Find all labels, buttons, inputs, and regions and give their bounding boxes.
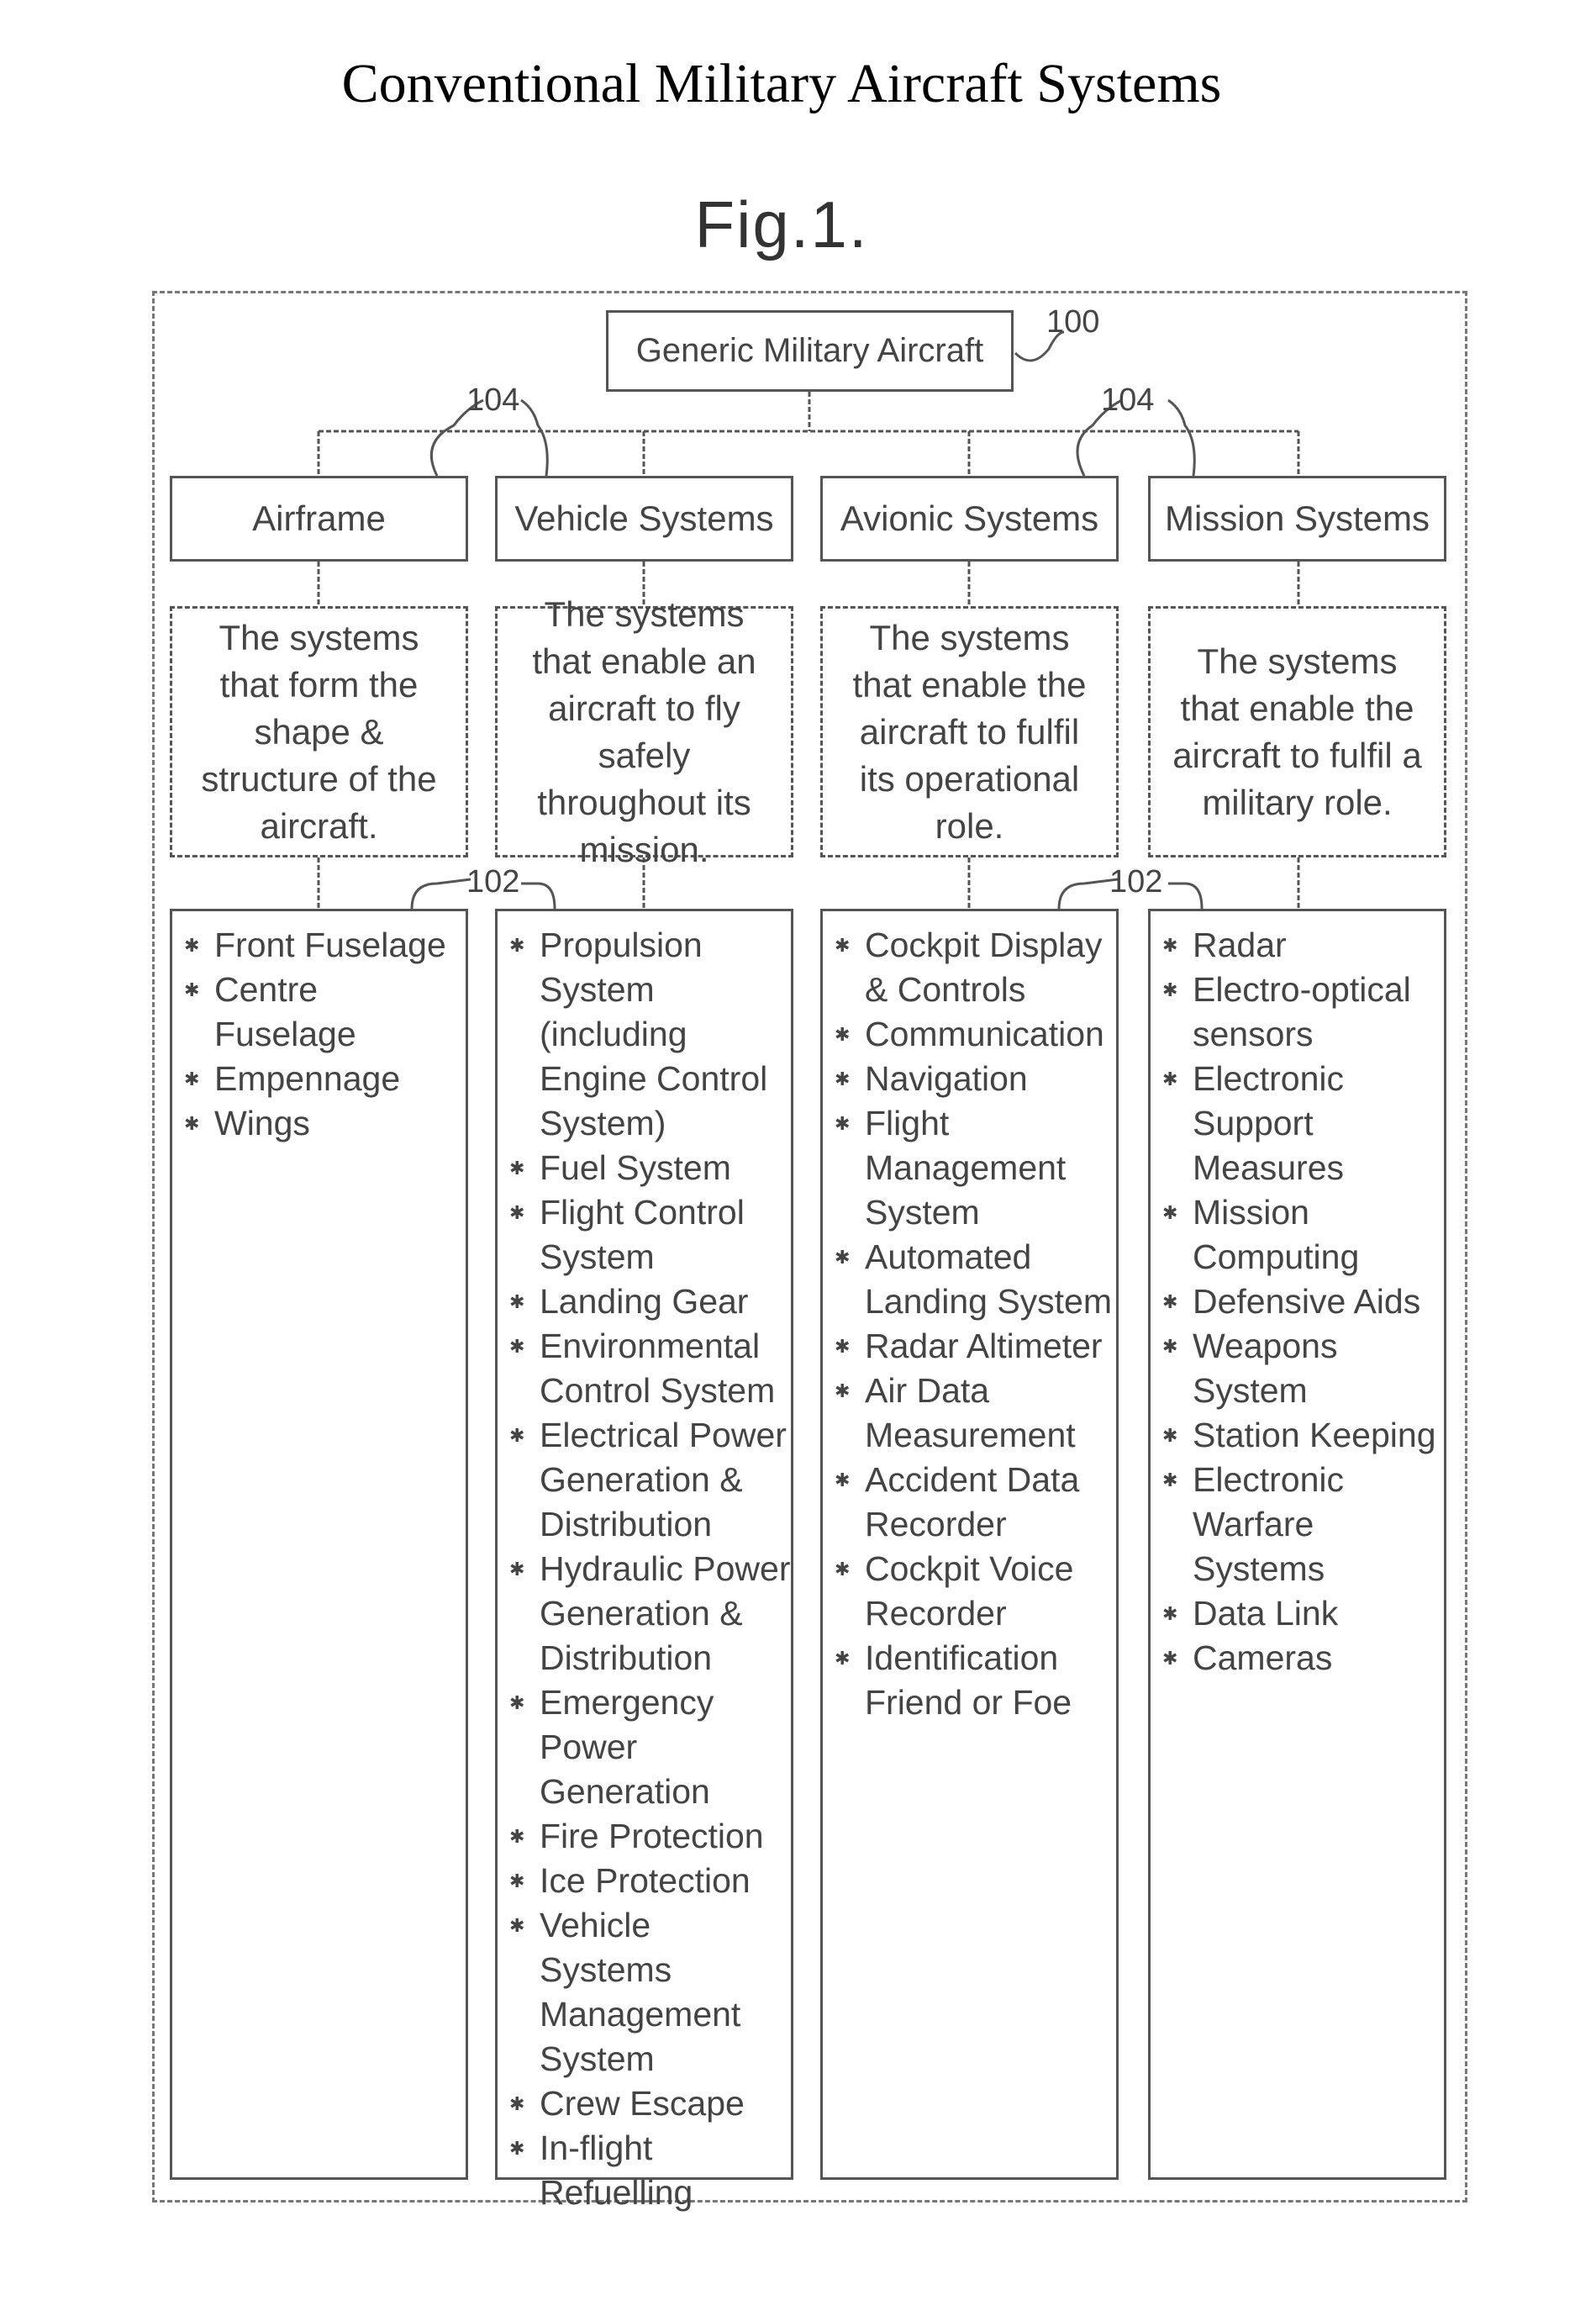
ref-numeral-102-right: 102 [1109, 864, 1163, 899]
list-item: Cameras [1162, 1636, 1444, 1680]
ref-leader-102-right-b [1168, 882, 1204, 910]
list-airframe: Front FuselageCentre FuselageEmpennageWi… [170, 909, 468, 2180]
list-item: Identification Friend or Foe [835, 1636, 1116, 1725]
description-vehicle-systems: The systems that enable an aircraft to f… [495, 594, 793, 869]
list-item: Radar Altimeter [835, 1324, 1116, 1369]
description-avionic-systems: The systems that enable the aircraft to … [820, 606, 1119, 857]
list-item: Fire Protection [509, 1814, 791, 1859]
list-item: Accident Data Recorder [835, 1458, 1116, 1547]
category-vehicle-systems: Vehicle Systems [495, 476, 793, 562]
list-item: Automated Landing System [835, 1235, 1116, 1324]
list-item: Cockpit Display & Controls [835, 923, 1116, 1012]
ref-numeral-100: 100 [1046, 304, 1100, 340]
ref-leader-104-left-b [520, 398, 549, 477]
list-item: Centre Fuselage [184, 968, 466, 1057]
root-node: Generic Military Aircraft [606, 310, 1014, 392]
list-item: Fuel System [509, 1146, 791, 1190]
list-item: In-flight Refuelling [509, 2126, 791, 2215]
list-item: Air Data Measurement [835, 1369, 1116, 1458]
list-vehicle-systems: Propulsion System (including Engine Cont… [495, 909, 793, 2212]
list-item: Vehicle Systems Management System [509, 1903, 791, 2081]
list-item: Mission Computing [1162, 1190, 1444, 1279]
list-item: Flight Management System [835, 1101, 1116, 1235]
list-item: Radar [1162, 923, 1444, 968]
category-avionic-systems: Avionic Systems [820, 476, 1119, 562]
list-item: Empennage [184, 1057, 466, 1101]
list-item: Hydraulic Power Generation & Distributio… [509, 1547, 791, 1680]
list-item: Environmental Control System [509, 1324, 791, 1413]
list-item: Ice Protection [509, 1859, 791, 1903]
list-item: Defensive Aids [1162, 1279, 1444, 1324]
list-item: Cockpit Voice Recorder [835, 1547, 1116, 1636]
category-mission-systems: Mission Systems [1148, 476, 1446, 562]
list-item: Crew Escape [509, 2081, 791, 2126]
list-item: Data Link [1162, 1591, 1444, 1636]
ref-numeral-104-left: 104 [466, 382, 520, 418]
ref-numeral-104-right: 104 [1101, 382, 1155, 418]
list-item: Flight Control System [509, 1190, 791, 1279]
list-item: Electronic Warfare Systems [1162, 1458, 1444, 1591]
list-item: Electronic Support Measures [1162, 1057, 1444, 1190]
list-item: Communication [835, 1012, 1116, 1057]
list-mission-systems: RadarElectro-optical sensorsElectronic S… [1148, 909, 1446, 2180]
list-item: Landing Gear [509, 1279, 791, 1324]
ref-leader-104-right-b [1167, 398, 1196, 477]
list-item: Electro-optical sensors [1162, 968, 1444, 1057]
list-item: Front Fuselage [184, 923, 466, 968]
ref-numeral-102-left: 102 [466, 864, 520, 899]
list-avionic-systems: Cockpit Display & ControlsCommunicationN… [820, 909, 1119, 2180]
list-item: Emergency Power Generation [509, 1680, 791, 1814]
list-item: Propulsion System (including Engine Cont… [509, 923, 791, 1146]
category-airframe: Airframe [170, 476, 468, 562]
list-item: Wings [184, 1101, 466, 1146]
list-item: Station Keeping [1162, 1413, 1444, 1458]
ref-leader-102-left-a [410, 878, 471, 910]
list-item: Navigation [835, 1057, 1116, 1101]
description-mission-systems: The systems that enable the aircraft to … [1148, 606, 1446, 857]
description-airframe: The systems that form the shape & struct… [170, 606, 468, 857]
list-item: Electrical Power Generation & Distributi… [509, 1413, 791, 1547]
list-item: Weapons System [1162, 1324, 1444, 1413]
ref-leader-102-left-b [521, 882, 556, 910]
